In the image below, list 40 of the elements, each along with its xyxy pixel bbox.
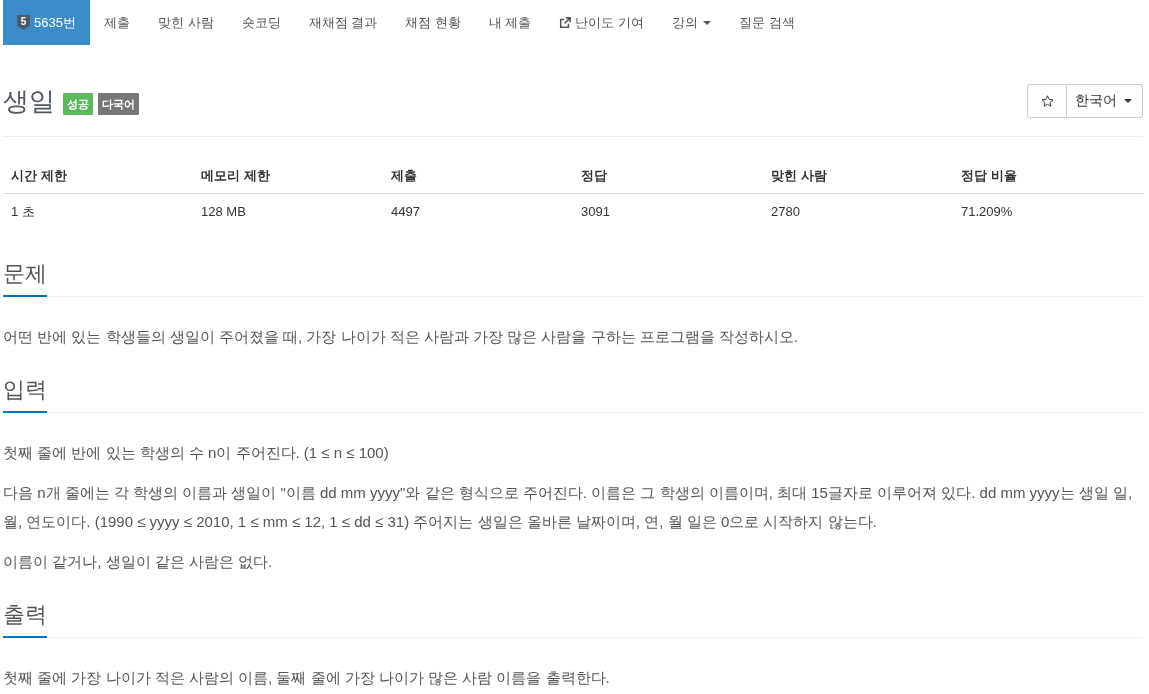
table-header: 시간 제한: [3, 159, 193, 194]
star-icon: [1040, 95, 1054, 107]
paragraph: 어떤 반에 있는 학생들의 생일이 주어졌을 때, 가장 나이가 적은 사람과 가장 많은 사람을 구하는 프로그램을 작성하시오.: [3, 327, 799, 347]
status-label: 다국어: [98, 93, 139, 115]
nav-link[interactable]: 제출: [89, 0, 144, 45]
problem-tab[interactable]: 5 5635번: [3, 0, 90, 45]
nav-link[interactable]: 맞힌 사람: [143, 0, 228, 45]
nav-link[interactable]: 강의: [658, 0, 726, 45]
tier-badge: 5: [17, 15, 30, 30]
table-cell: 1 초: [3, 193, 193, 229]
external-link-icon: [559, 16, 572, 29]
section-heading: 입력: [3, 377, 47, 413]
nav-link[interactable]: 채점 현황: [391, 0, 475, 45]
language-dropdown[interactable]: 한국어: [1067, 84, 1143, 118]
paragraph: 다음 n개 줄에는 각 학생의 이름과 생일이 "이름 dd mm yyyy"와 같은 형식으로 주어진다. 이름은 그 학생의 이름이며, 최대 15글자로 이루어져 있다. dd mm yyyy는 생일 일, 월, 연도이다. (1990 ≤ yyyy ≤ 2010, 1 ≤ mm ≤ 12, 1 ≤ dd ≤ 31) 주어지는 생일은 올바른 날짜이며, 연, 월 일은 0으로 시작하지 않는다.: [3, 483, 1134, 532]
paragraph: 첫째 줄에 반에 있는 학생의 수 n이 주어진다. (1 ≤ n ≤ 100): [3, 443, 390, 463]
table-header: 정답 비율: [953, 159, 1143, 194]
caret-icon: [703, 20, 712, 25]
table-cell: 128 MB: [193, 193, 383, 229]
nav-link[interactable]: 숏코딩: [227, 0, 295, 45]
status-label: 성공: [63, 93, 93, 115]
table-header: 정답: [573, 159, 763, 194]
paragraph: 첫째 줄에 가장 나이가 적은 사람의 이름, 둘째 줄에 가장 나이가 많은 사람 이름을 출력한다.: [3, 668, 611, 688]
star-button[interactable]: [1027, 84, 1067, 118]
table-cell: 4497: [383, 193, 573, 229]
nav-link[interactable]: 내 제출: [474, 0, 546, 45]
table-cell: 71.209%: [953, 193, 1143, 229]
table-cell: 3091: [573, 193, 763, 229]
section-heading: 문제: [3, 261, 47, 297]
table-header: 제출: [383, 159, 573, 194]
table-cell: 2780: [763, 193, 953, 229]
section-heading: 출력: [3, 602, 47, 638]
paragraph: 이름이 같거나, 생일이 같은 사람은 없다.: [3, 552, 274, 572]
caret-icon: [1124, 99, 1132, 103]
problem-title: 생일: [3, 85, 55, 118]
table-header: 메모리 제한: [193, 159, 383, 194]
nav-link[interactable]: 재채점 결과: [294, 0, 392, 45]
nav-link[interactable]: 질문 검색: [725, 0, 809, 45]
nav-link[interactable]: 난이도 기여: [545, 0, 659, 45]
table-header: 맞힌 사람: [763, 159, 953, 194]
